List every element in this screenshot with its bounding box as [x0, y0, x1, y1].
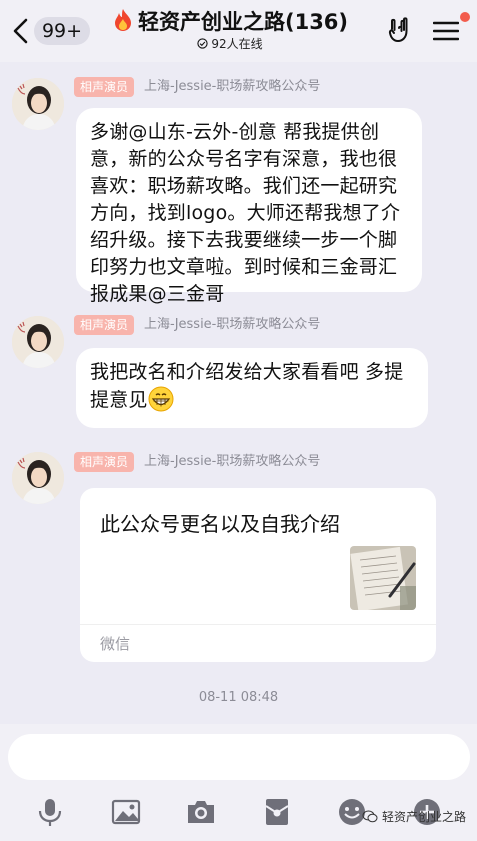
role-badge: 相声演员 — [74, 77, 135, 97]
chat-title: 轻资产创业之路(136) — [100, 8, 360, 36]
grin-emoji-icon — [148, 386, 174, 412]
notebook-pen-image-icon — [350, 546, 416, 610]
chat-title-block[interactable]: 轻资产创业之路(136) 92人在线 — [100, 8, 360, 52]
message-timestamp: 08-11 08:48 — [198, 690, 279, 705]
avatar[interactable] — [12, 316, 64, 368]
message-bubble[interactable]: 我把改名和介绍发给大家看看吧 多提提意见 — [76, 348, 428, 428]
card-source: 微信 — [100, 635, 131, 653]
chevron-left-icon — [13, 18, 28, 44]
role-badge: 相声演员 — [74, 452, 135, 472]
card-thumbnail — [350, 546, 416, 610]
avatar-portrait-icon — [12, 316, 64, 368]
card-footer: 微信 — [80, 624, 436, 662]
avatar[interactable] — [12, 452, 64, 504]
check-circle-icon — [197, 38, 208, 49]
message-text: 我把改名和介绍发给大家看看吧 多提提意见 — [90, 361, 404, 411]
online-count: 92人在线 — [211, 37, 263, 51]
watermark: 轻资产创业之路 — [362, 808, 466, 825]
role-badge: 相声演员 — [74, 315, 135, 335]
online-status: 92人在线 — [100, 36, 360, 52]
sender-name[interactable]: 上海-Jessie-职场薪攻略公众号 — [144, 452, 320, 472]
mic-icon[interactable] — [34, 796, 66, 828]
avatar-portrait-icon — [12, 452, 64, 504]
avatar[interactable] — [12, 78, 64, 130]
chat-header: 99+ 轻资产创业之路(136) 92人在线 — [0, 0, 477, 62]
image-icon[interactable] — [110, 796, 142, 828]
red-packet-icon[interactable] — [261, 796, 293, 828]
message-input[interactable] — [8, 734, 470, 780]
menu-icon[interactable] — [433, 20, 459, 42]
back-button[interactable]: 99+ — [12, 14, 90, 48]
camera-icon[interactable] — [185, 796, 217, 828]
card-title: 此公众号更名以及自我介绍 — [100, 512, 340, 536]
message-bubble[interactable]: 多谢@山东-云外-创意 帮我提供创意，新的公众号名字有深意，我也很喜欢：职场薪攻… — [76, 108, 422, 305]
unread-count-badge: 99+ — [34, 17, 90, 45]
watermark-text: 轻资产创业之路 — [382, 810, 467, 824]
fire-icon — [114, 9, 131, 31]
shared-article-card[interactable]: 此公众号更名以及自我介绍 微信 — [80, 488, 436, 662]
wechat-icon — [362, 810, 378, 823]
notification-dot — [460, 12, 470, 22]
sender-name[interactable]: 上海-Jessie-职场薪攻略公众号 — [144, 77, 320, 97]
chat-title-text: 轻资产创业之路(136) — [137, 10, 349, 34]
avatar-portrait-icon — [12, 78, 64, 130]
sender-name[interactable]: 上海-Jessie-职场薪攻略公众号 — [144, 315, 320, 335]
composer: 轻资产创业之路 — [0, 724, 477, 841]
rock-hand-icon[interactable] — [386, 16, 414, 44]
